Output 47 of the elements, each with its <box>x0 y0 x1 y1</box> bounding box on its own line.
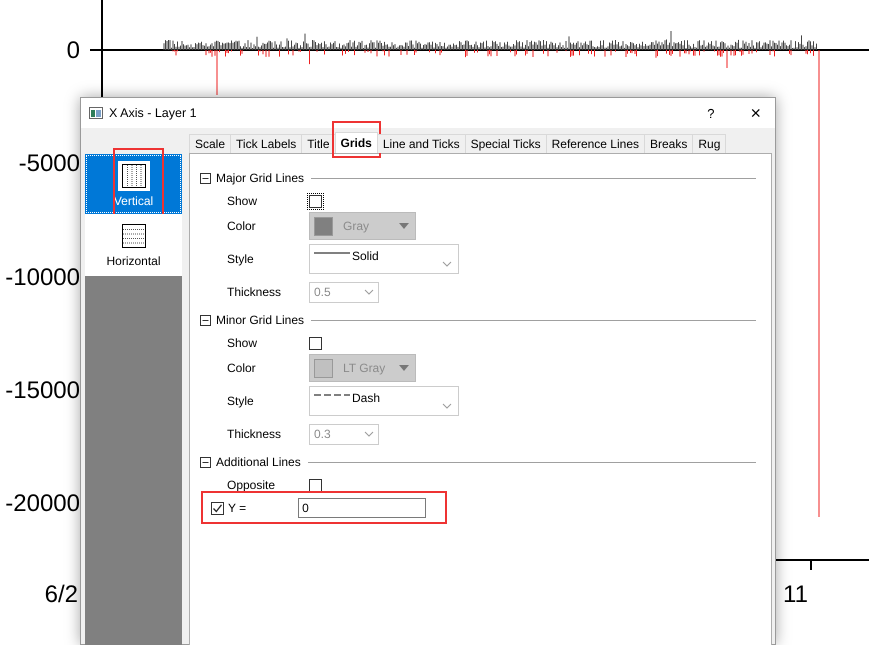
field-label: Show <box>227 194 258 208</box>
window-icon <box>89 107 103 119</box>
field-label: Color <box>227 219 257 233</box>
checkbox[interactable] <box>309 478 322 492</box>
y-tick-label: -15000 <box>5 377 80 404</box>
field-label: Show <box>227 336 258 350</box>
field-label: Opposite <box>227 478 276 492</box>
line-style-dropdown[interactable]: Dash <box>309 386 459 416</box>
window-title: X Axis - Layer 1 <box>109 106 198 120</box>
help-button[interactable]: ? <box>707 106 714 120</box>
close-button[interactable]: × <box>750 102 761 124</box>
line-style-dropdown[interactable]: Solid <box>309 244 459 274</box>
chevron-icon <box>442 261 452 267</box>
dropdown-arrow-icon <box>399 365 409 371</box>
checkbox[interactable] <box>211 502 224 514</box>
collapse-icon[interactable] <box>200 314 211 326</box>
y-tick-label: -5000 <box>18 150 80 177</box>
tab[interactable]: Special Ticks <box>464 134 547 153</box>
field-label: Style <box>227 394 255 408</box>
group-title: Additional Lines <box>216 455 301 469</box>
field-label: Style <box>227 252 255 266</box>
x-tick-label: 11 <box>783 581 808 608</box>
chevron-icon <box>364 431 374 437</box>
dropdown-arrow-icon <box>399 223 409 229</box>
y-tick-label: 0 <box>66 37 80 64</box>
checkbox[interactable] <box>309 336 322 350</box>
vertical-grid-icon <box>118 160 150 190</box>
side-list-item[interactable]: Vertical <box>85 154 182 214</box>
y-tick-label: -20000 <box>5 490 80 517</box>
field-label: Thickness <box>227 427 282 441</box>
field-label: Color <box>227 361 257 375</box>
field-label: Thickness <box>227 285 282 299</box>
tab[interactable]: Grids <box>334 132 378 153</box>
chevron-icon <box>442 403 452 409</box>
tab[interactable]: Scale <box>189 134 232 153</box>
group-title: Minor Grid Lines <box>216 313 304 327</box>
input-field[interactable]: 0 <box>298 498 426 518</box>
x-tick-label: 6/2 <box>44 581 78 608</box>
tab[interactable]: Rug <box>692 134 726 153</box>
y-tick-label: -10000 <box>5 264 80 291</box>
collapse-icon[interactable] <box>200 456 211 468</box>
tab[interactable]: Line and Ticks <box>376 134 466 153</box>
chevron-icon <box>364 289 374 295</box>
collapse-icon[interactable] <box>200 172 211 184</box>
field-label: Y = <box>228 501 246 515</box>
spike-line <box>216 50 218 96</box>
group-title: Major Grid Lines <box>216 171 304 185</box>
